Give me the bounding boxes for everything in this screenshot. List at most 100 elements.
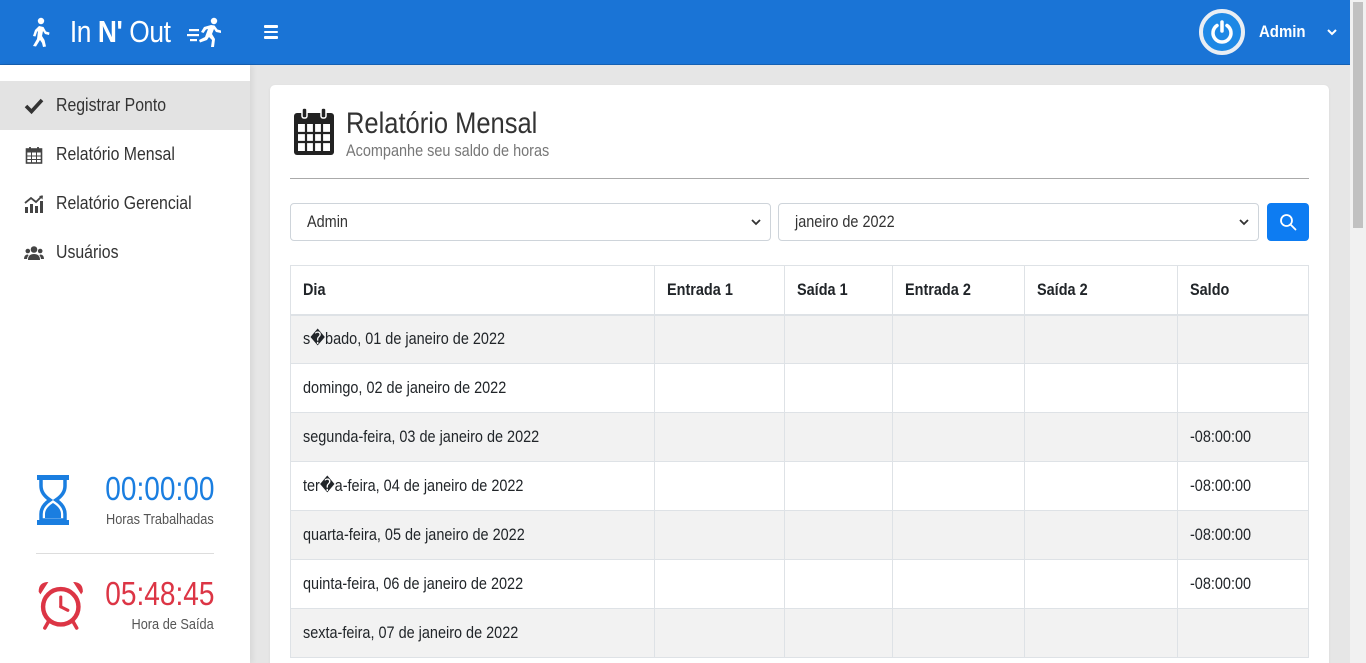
table-cell [783, 412, 893, 462]
table-row: domingo, 02 de janeiro de 2022 [290, 363, 1309, 413]
report-card: Relatório Mensal Acompanhe seu saldo de … [270, 85, 1329, 663]
table-cell [653, 412, 785, 462]
page-title: Relatório Mensal [346, 107, 538, 140]
table-cell: -08:00:00 [1177, 559, 1309, 609]
table-cell [783, 608, 893, 658]
table-cell: ter�a-feira, 04 de janeiro de 2022 [290, 461, 655, 511]
user-select-value: Admin [307, 212, 348, 231]
table-cell [891, 412, 1026, 462]
table-cell [891, 461, 1026, 511]
column-header: Saída 2 [1024, 265, 1179, 315]
page-subtitle: Acompanhe seu saldo de horas [346, 141, 550, 160]
table-cell [653, 314, 785, 364]
avatar[interactable] [1199, 9, 1246, 55]
table-cell [783, 510, 893, 560]
exit-time-panel: 05:48:45 Hora de Saída [36, 576, 214, 634]
table-cell [653, 608, 785, 658]
table-cell: segunda-feira, 03 de janeiro de 2022 [290, 412, 655, 462]
check-icon [24, 96, 44, 116]
page-title-group: Relatório Mensal Acompanhe seu saldo de … [346, 107, 585, 161]
table-cell [1177, 314, 1309, 364]
table-cell [1024, 559, 1179, 609]
table-cell [1024, 461, 1179, 511]
chevron-down-icon [751, 219, 761, 226]
table-cell [653, 559, 785, 609]
sidebar-item-relatorio-mensal[interactable]: Relatório Mensal [0, 130, 250, 179]
page-header: Relatório Mensal Acompanhe seu saldo de … [292, 107, 585, 161]
column-header: Saída 1 [783, 265, 893, 315]
menu-toggle-button[interactable] [264, 22, 284, 42]
sidebar-item-label: Relatório Mensal [56, 144, 175, 164]
worked-hours-text: 00:00:00 Horas Trabalhadas [70, 471, 214, 529]
table-cell [891, 608, 1026, 658]
brand-prefix: In [69, 14, 92, 49]
sidebar-item-relatorio-gerencial[interactable]: Relatório Gerencial [0, 179, 250, 228]
table-header-row: Dia Entrada 1 Saída 1 Entrada 2 Saída 2 … [290, 265, 1309, 315]
sidebar-item-label: Usuários [56, 242, 119, 262]
sidebar-nav: Registrar Ponto Relatório Mensal Relatór… [0, 81, 250, 277]
table-cell: -08:00:00 [1177, 510, 1309, 560]
top-header: In N' Out Admin [0, 0, 1350, 65]
users-icon [24, 243, 44, 263]
running-icon [187, 17, 222, 47]
sidebar-item-usuarios[interactable]: Usuários [0, 228, 250, 277]
table-cell [891, 314, 1026, 364]
search-icon [1280, 214, 1297, 231]
calendar-icon [294, 107, 334, 155]
table-cell: quarta-feira, 05 de janeiro de 2022 [290, 510, 655, 560]
exit-time-value: 05:48:45 [104, 575, 214, 612]
table-cell [1177, 608, 1309, 658]
sidebar-item-label: Registrar Ponto [56, 95, 167, 115]
chart-icon [24, 194, 44, 214]
table-cell [1024, 412, 1179, 462]
search-button[interactable] [1267, 203, 1309, 241]
scrollbar-thumb[interactable] [1353, 2, 1363, 228]
period-select-value: janeiro de 2022 [795, 212, 895, 231]
table-cell: -08:00:00 [1177, 461, 1309, 511]
table-cell [1024, 314, 1179, 364]
table-cell [653, 510, 785, 560]
table-cell [783, 363, 893, 413]
table-cell [891, 510, 1026, 560]
table-cell [653, 363, 785, 413]
column-header: Entrada 1 [653, 265, 785, 315]
table-cell [783, 559, 893, 609]
table-row: quarta-feira, 05 de janeiro de 2022 -08:… [290, 510, 1309, 560]
table-cell: quinta-feira, 06 de janeiro de 2022 [290, 559, 655, 609]
column-header: Dia [290, 265, 655, 315]
table-cell [891, 363, 1026, 413]
table-cell [1177, 363, 1309, 413]
hourglass-icon [37, 475, 69, 525]
alarm-clock-icon [38, 582, 83, 630]
worked-hours-panel: 00:00:00 Horas Trabalhadas [36, 471, 214, 529]
table-cell: s�bado, 01 de janeiro de 2022 [290, 314, 655, 364]
user-select[interactable]: Admin [290, 203, 771, 241]
user-menu[interactable]: Admin [1199, 9, 1338, 55]
user-name: Admin [1259, 22, 1306, 41]
table-cell [653, 461, 785, 511]
exit-time-text: 05:48:45 Hora de Saída [86, 576, 214, 634]
table-row: sexta-feira, 07 de janeiro de 2022 [290, 608, 1309, 658]
table-cell [1024, 608, 1179, 658]
table-row: s�bado, 01 de janeiro de 2022 [290, 314, 1309, 364]
table-cell [783, 314, 893, 364]
worked-hours-value: 00:00:00 [104, 470, 214, 507]
chevron-down-icon [1327, 29, 1337, 36]
chevron-down-icon [1239, 219, 1249, 226]
brand-logo[interactable]: In N' Out [0, 0, 250, 65]
table-cell [783, 461, 893, 511]
sidebar-item-registrar-ponto[interactable]: Registrar Ponto [0, 81, 250, 130]
sidebar: Registrar Ponto Relatório Mensal Relatór… [0, 65, 250, 663]
power-icon [1211, 20, 1233, 44]
page-scrollbar[interactable] [1350, 0, 1366, 663]
period-select[interactable]: janeiro de 2022 [778, 203, 1259, 241]
walking-icon [32, 17, 50, 47]
brand-suffix: Out [129, 14, 171, 49]
worked-hours-label: Horas Trabalhadas [106, 511, 214, 528]
brand-bold: N' [97, 14, 123, 49]
sidebar-item-label: Relatório Gerencial [56, 193, 192, 213]
table-cell [1024, 510, 1179, 560]
table-cell: sexta-feira, 07 de janeiro de 2022 [290, 608, 655, 658]
table-row: ter�a-feira, 04 de janeiro de 2022 -08:0… [290, 461, 1309, 511]
brand-name: In N' Out [70, 14, 171, 50]
